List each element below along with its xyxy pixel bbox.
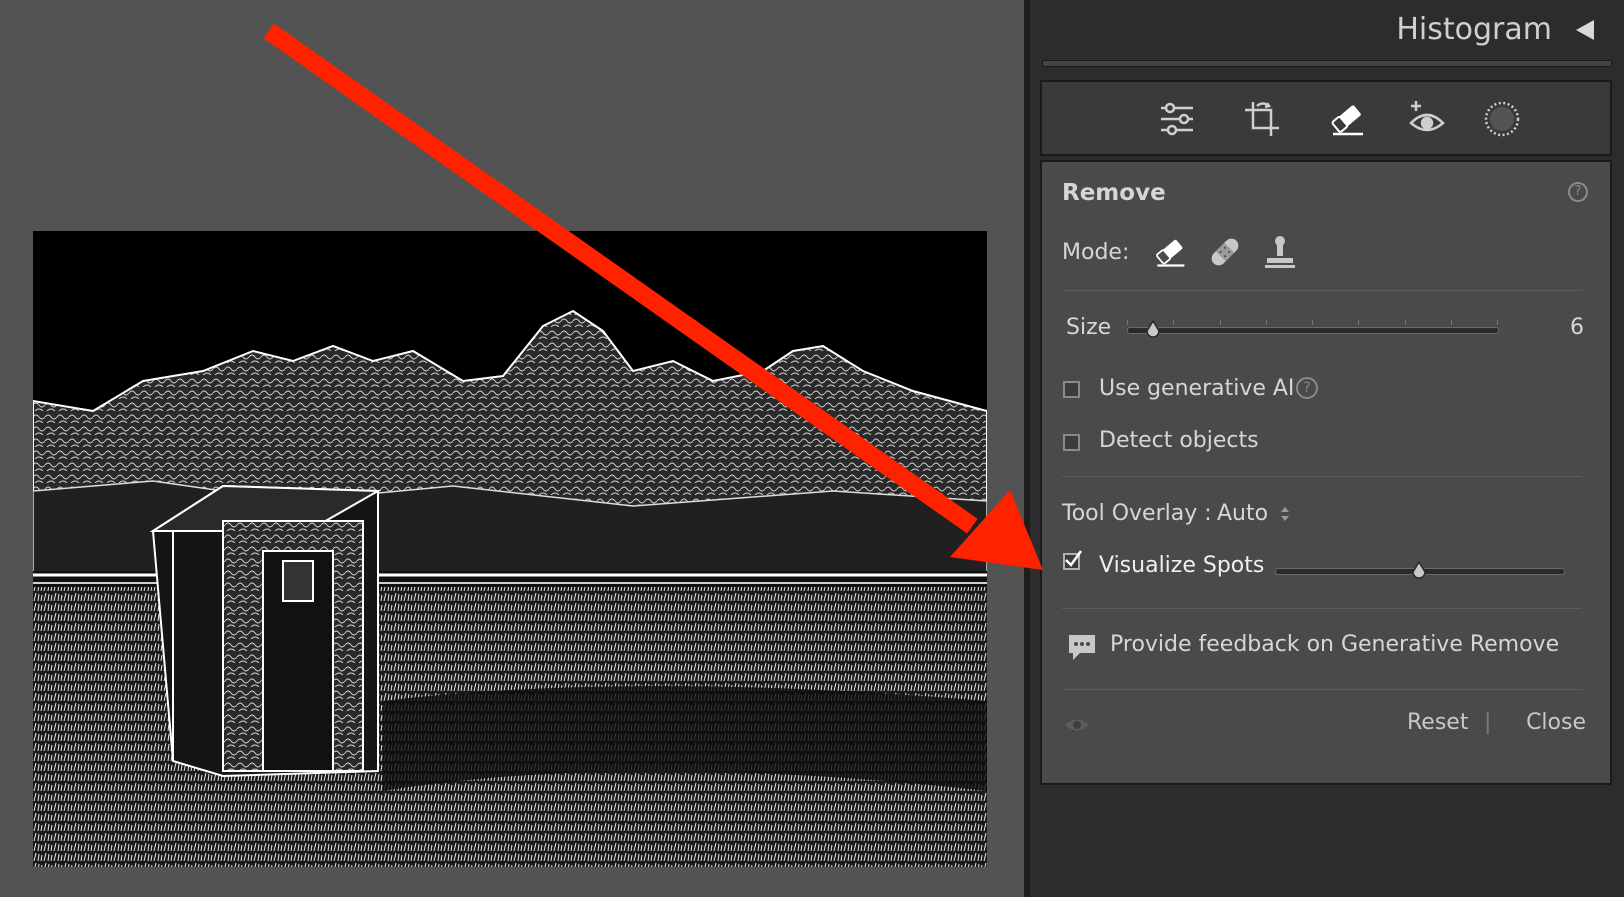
slider-tick <box>1497 320 1498 325</box>
mode-clone-stamp-icon[interactable] <box>1262 234 1298 274</box>
canvas-area <box>0 0 1024 897</box>
reset-button[interactable]: Reset <box>1407 710 1468 735</box>
tool-overlay-label: Tool Overlay : <box>1062 501 1212 526</box>
histogram-header[interactable]: Histogram <box>1030 0 1624 60</box>
slider-tick <box>1265 320 1267 325</box>
mask-icon[interactable] <box>1477 94 1527 144</box>
slider-tick <box>1173 320 1175 325</box>
size-slider-track[interactable] <box>1127 327 1499 334</box>
slider-tick <box>1450 320 1452 325</box>
slider-tick <box>1219 320 1221 325</box>
generative-ai-help-icon[interactable]: ? <box>1296 377 1318 399</box>
visualize-spots-checkbox[interactable] <box>1063 550 1083 570</box>
visualize-spots-slider-thumb[interactable] <box>1411 560 1427 581</box>
visualize-spots-label[interactable]: Visualize Spots <box>1099 553 1264 578</box>
mode-bandage-icon[interactable] <box>1207 234 1243 274</box>
separator <box>1062 608 1582 609</box>
use-generative-ai-checkbox[interactable] <box>1063 381 1080 398</box>
size-label: Size <box>1066 315 1112 340</box>
mode-label: Mode: <box>1062 240 1130 265</box>
outhouse <box>149 484 382 778</box>
help-icon[interactable]: ? <box>1568 182 1588 202</box>
size-value[interactable]: 6 <box>1570 315 1584 340</box>
photo-edge-visualization[interactable] <box>33 231 987 867</box>
slider-tick <box>1404 320 1406 325</box>
detect-objects-checkbox[interactable] <box>1063 434 1080 451</box>
close-button[interactable]: Close <box>1526 710 1586 735</box>
speech-bubble-icon[interactable] <box>1066 632 1098 668</box>
right-panel: Histogram Remove ? Mode: Size 6 Use gene… <box>1030 0 1624 897</box>
eraser-icon[interactable] <box>1322 94 1372 144</box>
mode-eraser-icon[interactable] <box>1152 234 1188 274</box>
histogram-collapsed-bar <box>1042 60 1612 67</box>
slider-tick <box>1312 320 1313 325</box>
histogram-title[interactable]: Histogram <box>1396 12 1552 47</box>
separator <box>1062 476 1582 477</box>
sliders-icon[interactable] <box>1152 94 1202 144</box>
detect-objects-label[interactable]: Detect objects <box>1099 428 1259 453</box>
visibility-eye-icon[interactable] <box>1064 716 1090 738</box>
tool-strip <box>1040 80 1612 156</box>
crop-icon[interactable] <box>1237 94 1287 144</box>
slider-tick <box>1358 320 1360 325</box>
footer-separator: | <box>1484 710 1492 735</box>
size-slider-thumb[interactable] <box>1145 319 1161 340</box>
separator <box>1062 290 1582 291</box>
feedback-link[interactable]: Provide feedback on Generative Remove <box>1110 632 1559 657</box>
separator <box>1062 689 1582 690</box>
remove-title: Remove <box>1062 180 1166 206</box>
tool-overlay-select[interactable]: Auto <box>1217 501 1268 526</box>
redeye-icon[interactable] <box>1402 94 1452 144</box>
remove-panel: Remove ? Mode: Size 6 Use generative AI … <box>1040 160 1612 785</box>
use-generative-ai-label[interactable]: Use generative AI <box>1099 376 1294 401</box>
collapse-triangle-icon[interactable] <box>1576 20 1594 40</box>
slider-tick <box>1127 320 1128 325</box>
updown-chevron-icon[interactable] <box>1279 504 1291 528</box>
